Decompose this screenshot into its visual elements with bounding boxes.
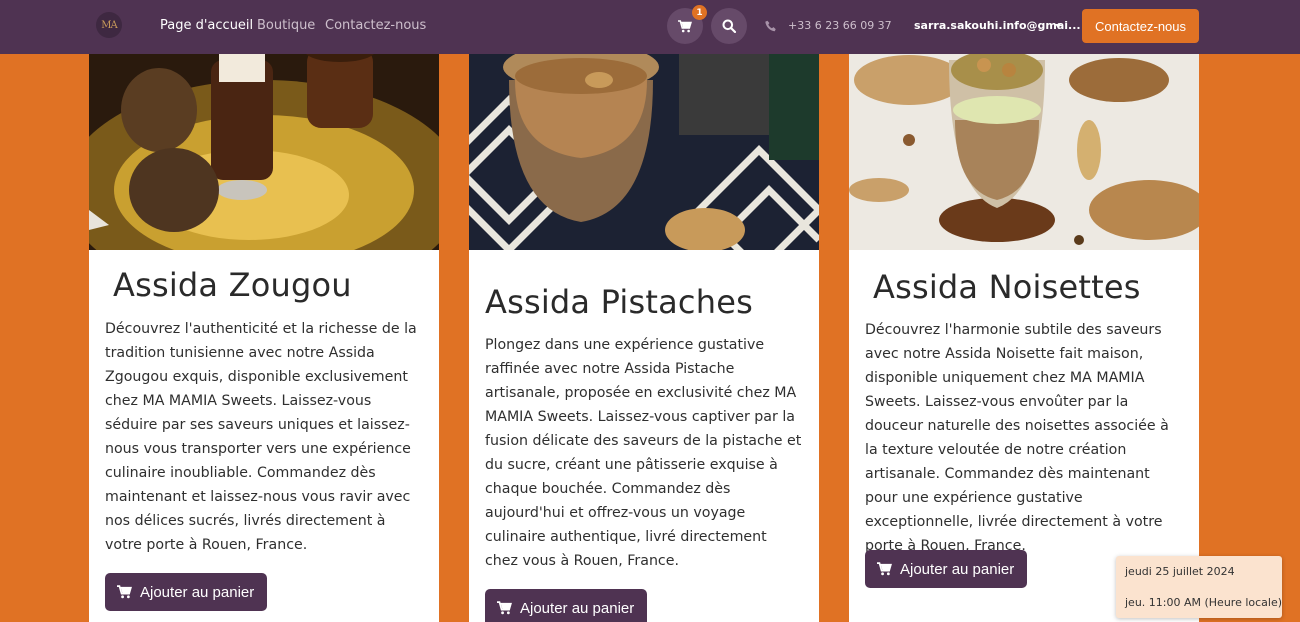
contact-button[interactable]: Contactez-nous (1082, 9, 1199, 43)
add-to-cart-button[interactable]: Ajouter au panier (865, 550, 1028, 588)
product-description: Découvrez l'harmonie subtile des saveurs… (865, 322, 1169, 554)
nav-link-home[interactable]: Page d'accueil (160, 18, 253, 33)
top-navbar: MA Page d'accueil Boutique Contactez-nou… (0, 0, 1300, 54)
product-image[interactable] (89, 40, 439, 250)
phone-icon (765, 20, 776, 32)
product-description: Découvrez l'authenticité et la richesse … (105, 321, 417, 553)
phone-number[interactable]: +33 6 23 66 09 37 (788, 19, 892, 32)
product-description: Plongez dans une expérience gustative ra… (485, 337, 802, 569)
product-image[interactable] (469, 40, 819, 250)
cart-icon (678, 19, 692, 32)
cart-icon (877, 562, 892, 576)
cart-icon (497, 601, 512, 615)
product-title: Assida Noisettes (873, 268, 1141, 306)
brand-logo[interactable]: MA (96, 12, 122, 38)
product-card: Assida Noisettes Découvrez l'harmonie su… (849, 40, 1199, 622)
add-to-cart-label: Ajouter au panier (520, 599, 635, 617)
add-to-cart-label: Ajouter au panier (140, 583, 255, 601)
product-title: Assida Zougou (113, 266, 352, 304)
chevron-down-icon[interactable] (1055, 24, 1061, 28)
logo-text: MA (101, 19, 118, 31)
nav-link-contact[interactable]: Contactez-nous (325, 18, 426, 33)
time-text: jeu. 11:00 AM (Heure locale) (1125, 596, 1283, 609)
product-title: Assida Pistaches (485, 283, 753, 321)
product-image[interactable] (849, 40, 1199, 250)
add-to-cart-label: Ajouter au panier (900, 560, 1015, 578)
cart-count-badge: 1 (692, 5, 707, 20)
date-text: jeudi 25 juillet 2024 (1125, 565, 1235, 578)
datetime-tooltip: jeudi 25 juillet 2024 jeu. 11:00 AM (Heu… (1116, 556, 1282, 618)
product-card: Assida Zougou Découvrez l'authenticité e… (89, 40, 439, 622)
nav-link-shop[interactable]: Boutique (257, 18, 315, 33)
search-icon (722, 19, 736, 33)
search-button[interactable] (711, 8, 747, 44)
add-to-cart-button[interactable]: Ajouter au panier (105, 573, 268, 611)
add-to-cart-button[interactable]: Ajouter au panier (485, 589, 648, 622)
cart-icon (117, 585, 132, 599)
product-card: Assida Pistaches Plongez dans une expéri… (469, 40, 819, 622)
